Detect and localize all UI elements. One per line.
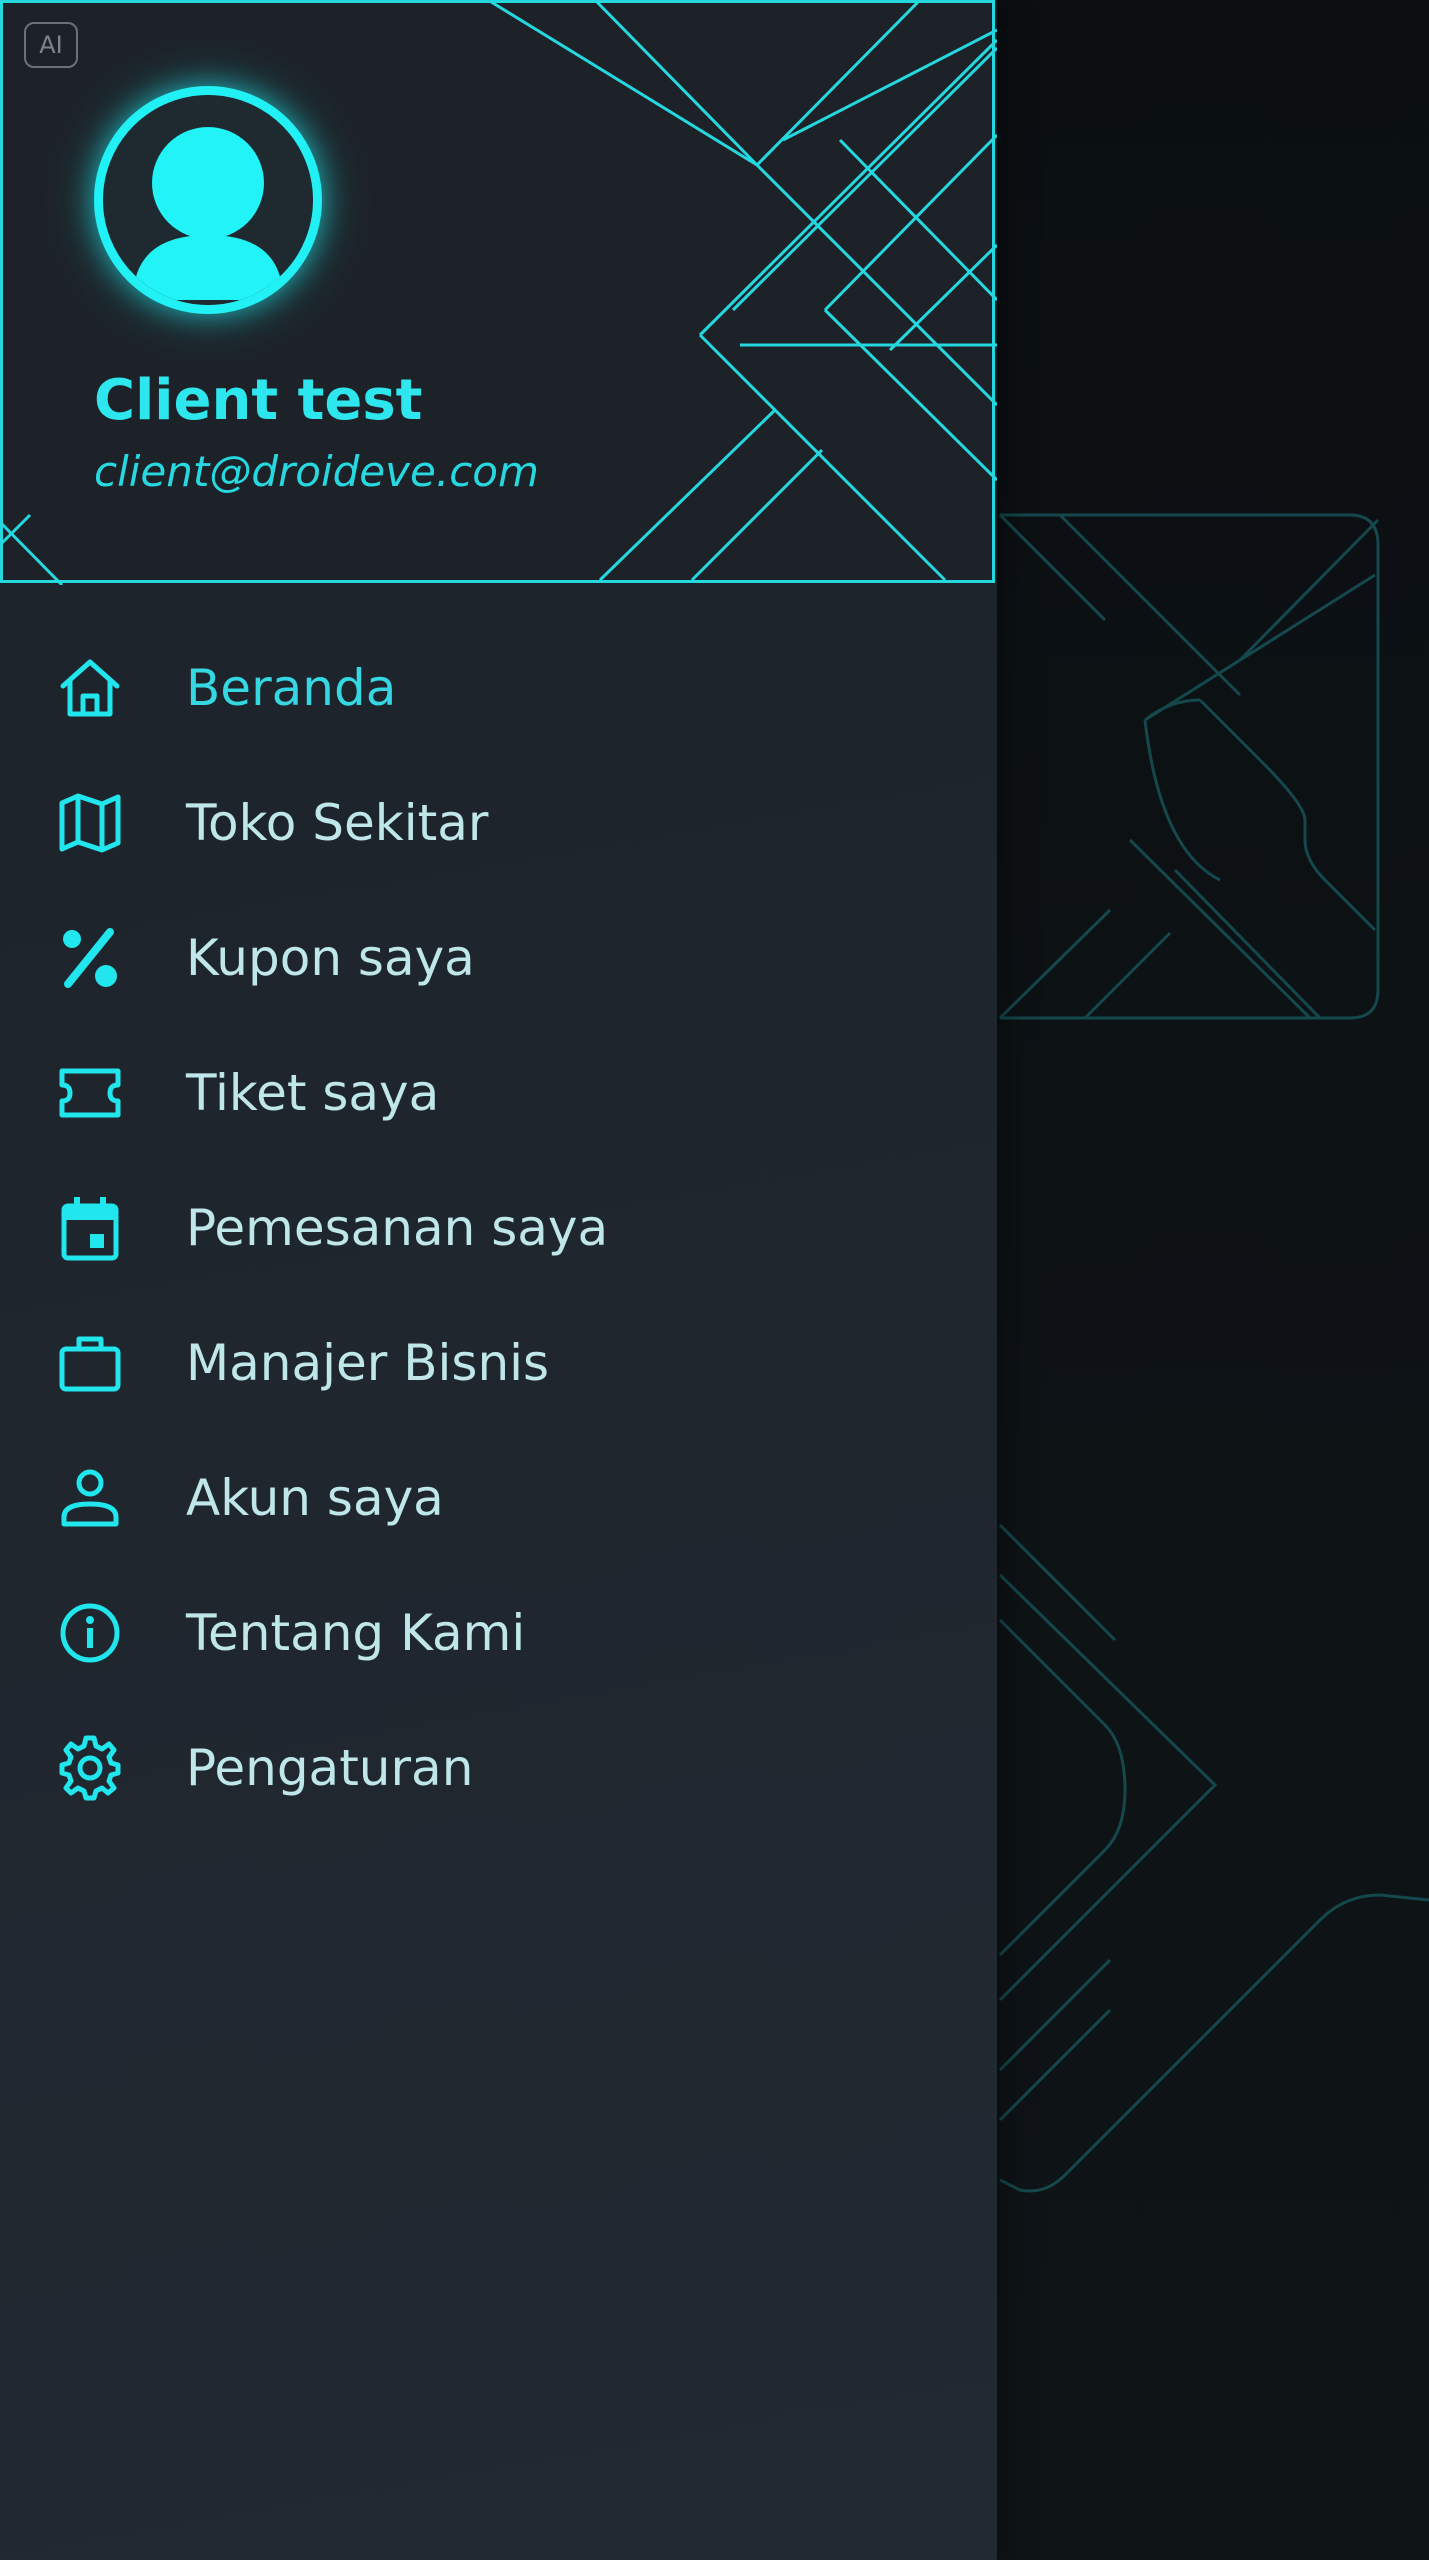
drawer-scrim[interactable] [997,0,1429,2560]
menu-label: Toko Sekitar [186,793,489,852]
menu-label: Akun saya [186,1468,444,1527]
menu-label: Pengaturan [186,1738,474,1797]
navigation-drawer: AI Client test client@droideve.com Beran… [0,0,997,2560]
menu-label: Pemesanan saya [186,1198,609,1257]
ticket-icon [56,1059,124,1127]
menu-item-tiket-saya[interactable]: Tiket saya [0,1025,997,1160]
user-avatar-icon[interactable] [94,86,322,314]
menu-label: Beranda [186,658,397,717]
menu-item-akun-saya[interactable]: Akun saya [0,1430,997,1565]
menu-item-pemesanan-saya[interactable]: Pemesanan saya [0,1160,997,1295]
menu-item-manajer-bisnis[interactable]: Manajer Bisnis [0,1295,997,1430]
menu-label: Manajer Bisnis [186,1333,550,1392]
drawer-menu: Beranda Toko Sekitar Kupon saya Tiket sa… [0,620,997,1835]
menu-item-beranda[interactable]: Beranda [0,620,997,755]
menu-item-toko-sekitar[interactable]: Toko Sekitar [0,755,997,890]
briefcase-icon [56,1329,124,1397]
menu-item-tentang-kami[interactable]: Tentang Kami [0,1565,997,1700]
ai-badge: AI [24,22,78,68]
calendar-icon [56,1194,124,1262]
home-icon [56,654,124,722]
gear-icon [56,1734,124,1802]
menu-label: Tiket saya [186,1063,440,1122]
user-name: Client test [94,368,423,433]
menu-item-kupon-saya[interactable]: Kupon saya [0,890,997,1025]
user-email: client@droideve.com [94,447,539,496]
person-icon [56,1464,124,1532]
drawer-header: AI Client test client@droideve.com [0,0,997,585]
menu-label: Kupon saya [186,928,475,987]
app-screen: AI Client test client@droideve.com Beran… [0,0,1429,2560]
info-icon [56,1599,124,1667]
menu-label: Tentang Kami [186,1603,526,1662]
menu-item-pengaturan[interactable]: Pengaturan [0,1700,997,1835]
percent-icon [56,924,124,992]
map-icon [56,789,124,857]
